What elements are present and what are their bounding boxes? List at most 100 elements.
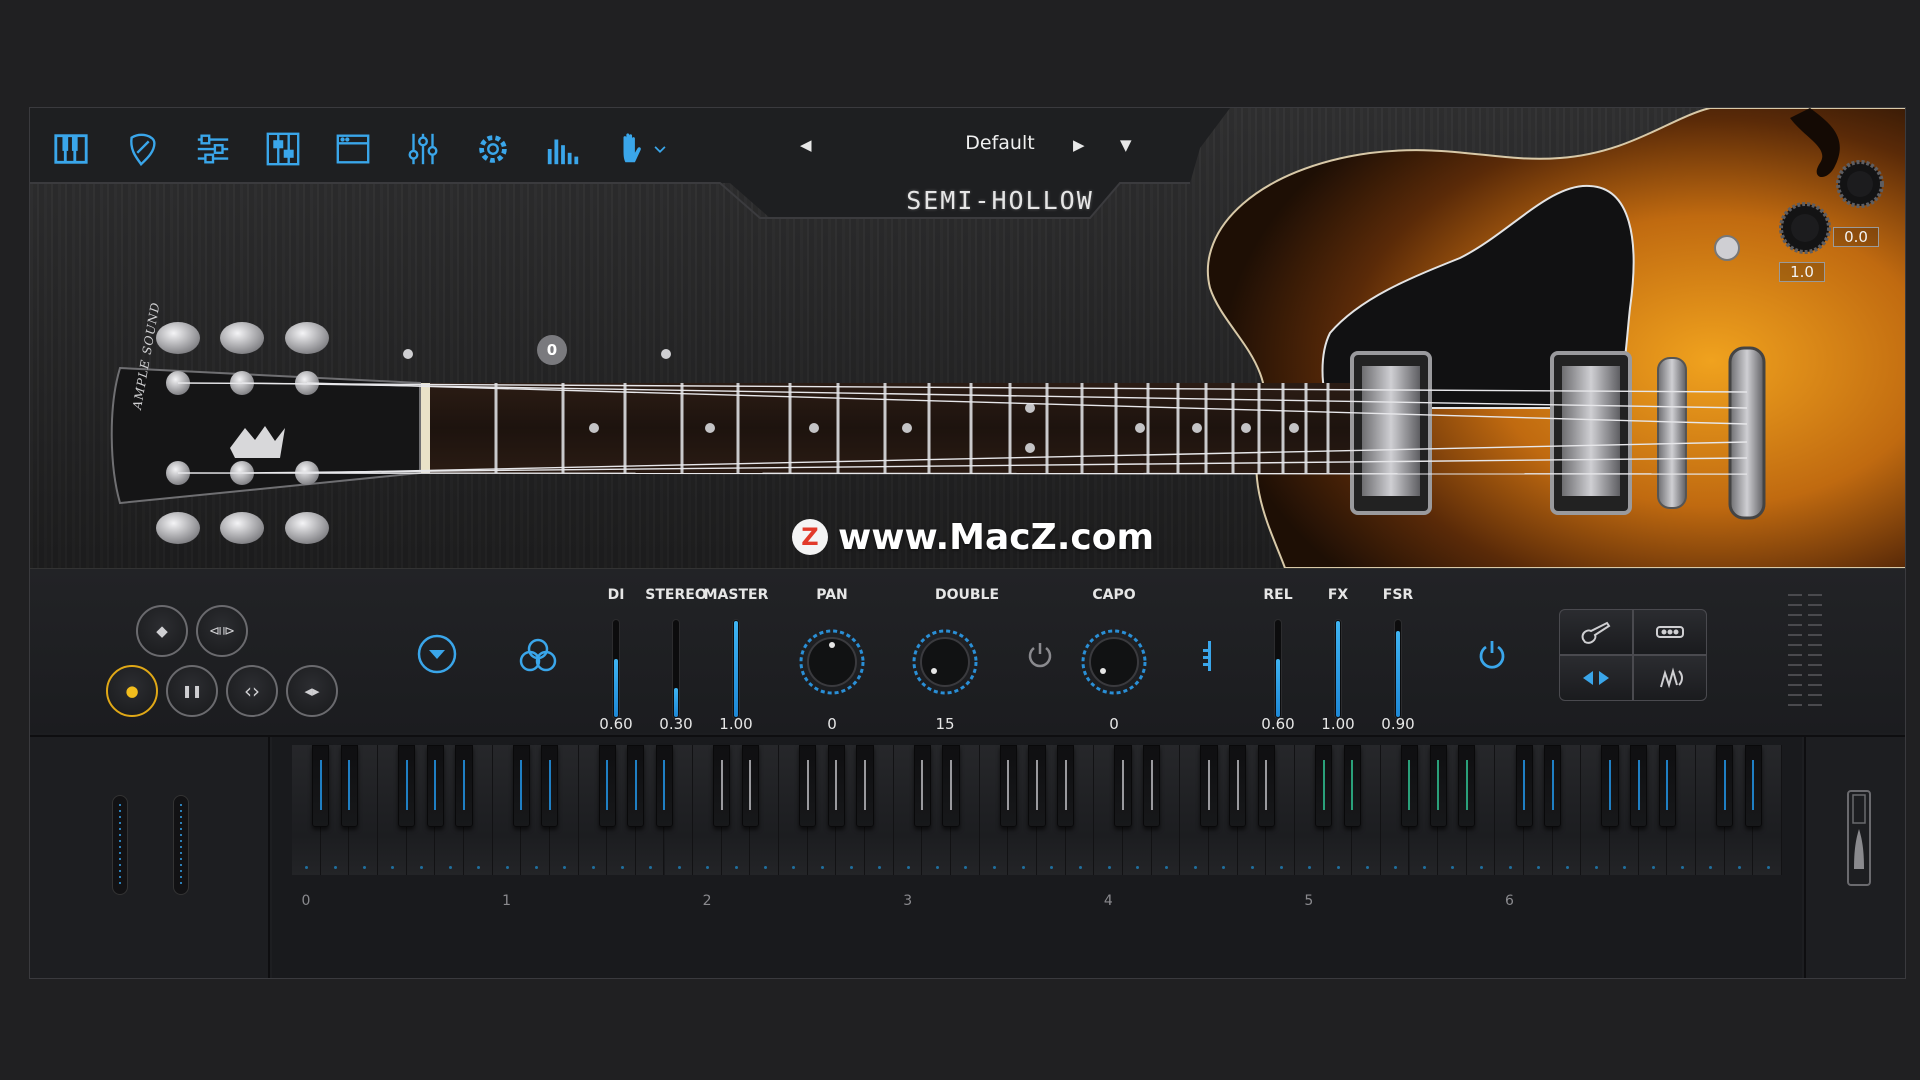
- octave-label: 2: [702, 893, 712, 909]
- rewind-button[interactable]: ◂▸: [286, 665, 338, 717]
- black-key[interactable]: [312, 745, 330, 827]
- stop-button[interactable]: ◆: [136, 605, 188, 657]
- double-power-button[interactable]: [1024, 639, 1056, 671]
- master-slider[interactable]: [732, 619, 740, 719]
- black-key[interactable]: [1114, 745, 1132, 827]
- eq-sliders-icon[interactable]: [402, 128, 444, 170]
- black-key[interactable]: [398, 745, 416, 827]
- black-key[interactable]: [655, 745, 674, 827]
- routing-button[interactable]: [516, 635, 560, 673]
- octave-label: 5: [1304, 893, 1314, 909]
- fx-power-button[interactable]: [1475, 637, 1509, 671]
- black-key[interactable]: [1716, 745, 1734, 827]
- black-key[interactable]: [827, 745, 845, 827]
- tone-knob[interactable]: [1832, 156, 1888, 212]
- preset-name[interactable]: Default: [900, 132, 1100, 154]
- black-key[interactable]: [541, 745, 559, 827]
- pattern-button[interactable]: [1633, 609, 1707, 655]
- black-key[interactable]: [1314, 745, 1333, 827]
- key-marker: [405, 760, 408, 810]
- black-key[interactable]: [799, 745, 817, 827]
- black-key[interactable]: [999, 745, 1017, 827]
- black-key[interactable]: [1143, 745, 1161, 827]
- black-key[interactable]: [913, 745, 931, 827]
- gear-icon[interactable]: [472, 128, 514, 170]
- black-key[interactable]: [1744, 745, 1762, 827]
- pan-knob[interactable]: [797, 627, 867, 697]
- fx-slider[interactable]: [1334, 619, 1342, 719]
- stereo-slider[interactable]: [672, 619, 680, 719]
- black-key[interactable]: [1400, 745, 1419, 827]
- drop-down-circle-button[interactable]: [416, 633, 458, 675]
- black-key[interactable]: [1057, 745, 1075, 827]
- black-key[interactable]: [1658, 745, 1676, 827]
- black-key[interactable]: [741, 745, 760, 827]
- black-key[interactable]: [1228, 745, 1247, 827]
- black-key[interactable]: [426, 745, 444, 827]
- black-key[interactable]: [1601, 745, 1619, 827]
- key-marker: [548, 760, 551, 810]
- black-key[interactable]: [1343, 745, 1361, 827]
- key-dot: [1594, 866, 1598, 869]
- strum-mode-button[interactable]: [1633, 655, 1707, 701]
- window-icon[interactable]: [332, 128, 374, 170]
- key-dot: [534, 866, 538, 869]
- black-key[interactable]: [1257, 745, 1275, 827]
- fsr-slider[interactable]: [1394, 619, 1402, 719]
- pitch-wheel[interactable]: [112, 795, 128, 895]
- keys-bed: [292, 745, 1782, 875]
- black-key[interactable]: [942, 745, 960, 827]
- black-key[interactable]: [713, 745, 731, 827]
- hand-icon[interactable]: [612, 128, 654, 170]
- sustain-pedal[interactable]: [1842, 789, 1876, 889]
- black-key[interactable]: [598, 745, 616, 827]
- black-key[interactable]: [1630, 745, 1648, 827]
- mixer-panel-icon[interactable]: [262, 128, 304, 170]
- capo-icon: [1203, 641, 1211, 671]
- di-slider[interactable]: [612, 619, 620, 719]
- double-knob[interactable]: [910, 627, 980, 697]
- capo-value: 0: [1109, 715, 1119, 733]
- in-out-button[interactable]: ‹›: [226, 665, 278, 717]
- preset-prev-button[interactable]: ◀: [800, 136, 812, 154]
- chevron-down-icon[interactable]: [650, 128, 670, 170]
- black-key[interactable]: [1028, 745, 1046, 827]
- black-key[interactable]: [1429, 745, 1447, 827]
- piano-keys-icon[interactable]: [50, 128, 92, 170]
- preset-menu-button[interactable]: ▼: [1120, 136, 1132, 154]
- di-label: DI: [607, 587, 625, 603]
- black-key[interactable]: [1200, 745, 1218, 827]
- octave-label: 6: [1504, 893, 1514, 909]
- pick-icon[interactable]: [122, 128, 164, 170]
- rel-slider[interactable]: [1274, 619, 1282, 719]
- tailpiece: [1728, 346, 1766, 520]
- black-key[interactable]: [455, 745, 473, 827]
- keyboard-section: 0 1 2 3 4 5 6: [30, 735, 1905, 978]
- guitar-mode-button[interactable]: [1559, 609, 1633, 655]
- octave-label: 0: [301, 893, 311, 909]
- preset-next-button[interactable]: ▶: [1073, 136, 1085, 154]
- black-key[interactable]: [1544, 745, 1562, 827]
- mod-wheel[interactable]: [173, 795, 189, 895]
- control-panel: ◆ ⧏⧐ ● ❚❚ ‹› ◂▸ DI STEREO MASTER 0.60 0.…: [30, 568, 1905, 733]
- black-key[interactable]: [627, 745, 645, 827]
- bar-graph-icon[interactable]: [542, 128, 584, 170]
- loop-button[interactable]: ⧏⧐: [196, 605, 248, 657]
- sliders-horizontal-icon[interactable]: [192, 128, 234, 170]
- key-dot: [1680, 866, 1684, 869]
- volume-knob[interactable]: [1775, 198, 1835, 258]
- capo-mode-button[interactable]: [1202, 639, 1216, 673]
- pause-button[interactable]: ❚❚: [166, 665, 218, 717]
- record-button[interactable]: ●: [106, 665, 158, 717]
- fret-position-marker[interactable]: 0: [537, 335, 567, 365]
- black-key[interactable]: [1458, 745, 1476, 827]
- black-key[interactable]: [1515, 745, 1533, 827]
- black-key[interactable]: [512, 745, 530, 827]
- black-key[interactable]: [856, 745, 874, 827]
- sustain-pedal-area: [1804, 737, 1905, 978]
- chevron-down-icon: [417, 634, 457, 674]
- strum-direction-button[interactable]: [1559, 655, 1633, 701]
- key-marker: [921, 760, 924, 810]
- capo-knob[interactable]: [1079, 627, 1149, 697]
- black-key[interactable]: [340, 745, 358, 827]
